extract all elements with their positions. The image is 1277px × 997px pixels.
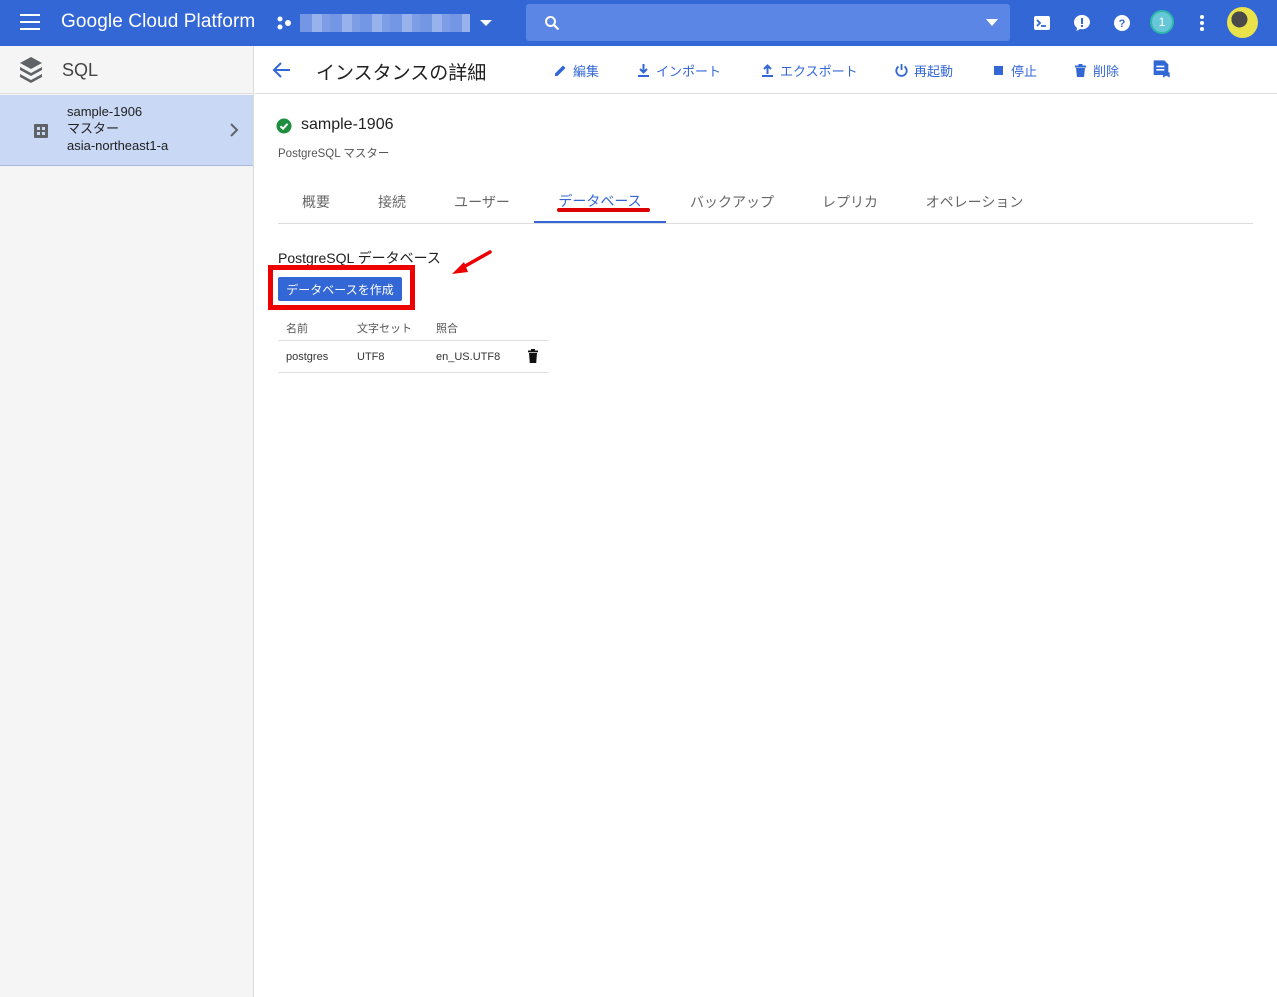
- export-button-label: エクスポート: [780, 63, 858, 79]
- notifications-badge[interactable]: 1: [1150, 10, 1174, 34]
- caret-down-icon: [480, 20, 492, 26]
- project-name-redacted: [300, 14, 470, 32]
- trash-icon: [1075, 63, 1086, 77]
- restart-button[interactable]: 再起動: [894, 60, 953, 80]
- delete-button[interactable]: 削除: [1073, 60, 1119, 80]
- tab-operations[interactable]: オペレーション: [902, 180, 1047, 223]
- restart-button-label: 再起動: [914, 63, 954, 79]
- back-arrow-icon[interactable]: [272, 60, 292, 80]
- upload-icon: [762, 63, 773, 77]
- databases-table: 名前 文字セット 照合 postgres UTF8 en_US.UTF8: [278, 315, 549, 373]
- tab-replicas[interactable]: レプリカ: [798, 180, 902, 223]
- project-selector[interactable]: [276, 10, 498, 36]
- product-title: SQL: [62, 60, 99, 80]
- feedback-icon[interactable]: [1070, 11, 1094, 35]
- tab-databases[interactable]: データベース: [534, 180, 666, 223]
- instance-tabs: 概要 接続 ユーザー データベース バックアップ レプリカ オペレーション: [278, 180, 1253, 224]
- edit-button-label: 編集: [573, 63, 600, 79]
- instance-list-text: sample-1906 マスター asia-northeast1-a: [67, 103, 168, 154]
- table-header: 名前 文字セット 照合: [278, 315, 549, 341]
- column-header-charset: 文字セット: [357, 322, 412, 335]
- import-button-label: インポート: [656, 63, 722, 79]
- top-app-bar: Google Cloud Platform ? 1: [0, 0, 1277, 46]
- column-header-collation: 照合: [436, 322, 458, 335]
- search-icon: [545, 16, 560, 31]
- table-row: postgres UTF8 en_US.UTF8: [278, 341, 549, 373]
- instance-subtitle: PostgreSQL マスター: [278, 148, 390, 160]
- caret-down-icon: [986, 19, 998, 26]
- action-bar: インスタンスの詳細 編集 インポート エクスポート 再起動 停止 削除: [255, 46, 1277, 94]
- check-circle-icon: [276, 118, 292, 134]
- stop-button-label: 停止: [1011, 63, 1038, 79]
- avatar[interactable]: [1227, 7, 1258, 38]
- page-title: インスタンスの詳細: [316, 63, 487, 84]
- tab-overview[interactable]: 概要: [278, 180, 354, 223]
- export-button[interactable]: エクスポート: [760, 60, 858, 80]
- instance-icon: [34, 124, 48, 138]
- db-collation-cell: en_US.UTF8: [436, 350, 501, 363]
- db-name-cell: postgres: [286, 350, 329, 363]
- chevron-right-icon: [230, 123, 239, 137]
- sql-logo-icon: [20, 57, 42, 83]
- left-nav-panel: SQL sample-1906 マスター asia-northeast1-a: [0, 46, 254, 997]
- db-charset-cell: UTF8: [357, 350, 385, 363]
- create-database-button[interactable]: データベースを作成: [278, 277, 402, 301]
- column-header-name: 名前: [286, 322, 308, 335]
- stop-button[interactable]: 停止: [991, 60, 1037, 80]
- instance-list-name: sample-1906: [67, 104, 143, 119]
- power-icon: [895, 63, 908, 77]
- stop-icon: [994, 65, 1003, 75]
- search-input[interactable]: [526, 4, 1010, 41]
- annotation-arrow-icon: [452, 250, 492, 274]
- delete-database-trash-icon[interactable]: [527, 349, 539, 363]
- edit-button[interactable]: 編集: [553, 60, 599, 80]
- project-dots-icon: [277, 16, 291, 30]
- cloud-shell-icon[interactable]: [1030, 11, 1054, 35]
- document-icon: [1153, 60, 1170, 78]
- more-vert-icon[interactable]: [1190, 11, 1214, 35]
- tab-backups[interactable]: バックアップ: [666, 180, 798, 223]
- svg-text:?: ?: [1119, 18, 1126, 30]
- instance-list-item[interactable]: sample-1906 マスター asia-northeast1-a: [0, 95, 253, 166]
- annotation-underline: [557, 208, 650, 212]
- instance-list-zone: asia-northeast1-a: [67, 138, 169, 153]
- hamburger-menu-icon[interactable]: [18, 14, 42, 32]
- delete-button-label: 削除: [1093, 63, 1120, 79]
- docs-button[interactable]: [1151, 59, 1171, 79]
- tab-connections[interactable]: 接続: [354, 180, 430, 223]
- instance-name: sample-1906: [301, 116, 394, 133]
- help-icon[interactable]: ?: [1110, 11, 1134, 35]
- pencil-icon: [555, 65, 566, 76]
- instance-list-role: マスター: [67, 121, 120, 136]
- tab-users[interactable]: ユーザー: [430, 180, 534, 223]
- app-brand[interactable]: Google Cloud Platform: [61, 11, 255, 33]
- product-header: SQL: [0, 46, 253, 94]
- download-icon: [638, 63, 649, 77]
- import-button[interactable]: インポート: [636, 60, 721, 80]
